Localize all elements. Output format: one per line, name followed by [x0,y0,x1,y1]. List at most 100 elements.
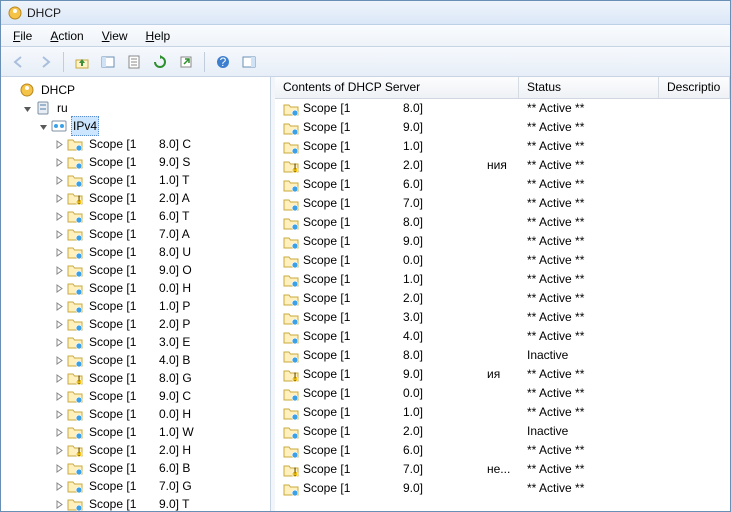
list-scope-suffix: 6.0] [395,175,479,194]
tree-scope-node[interactable]: Scope [19.0] C [5,387,270,405]
tree-scope-node[interactable]: Scope [17.0] G [5,477,270,495]
expander-icon[interactable] [53,408,65,420]
list-scope-suffix: 2.0] [395,422,479,441]
list-body[interactable]: Scope [18.0]** Active **Scope [19.0]** A… [275,99,730,511]
tree-pane[interactable]: DHCPruIPv4Scope [18.0] CScope [19.0] SSc… [1,77,271,511]
expander-icon[interactable] [53,246,65,258]
nav-back-button[interactable] [7,50,31,74]
list-row[interactable]: !Scope [19.0]ия** Active ** [275,365,730,384]
list-row[interactable]: Scope [11.0]** Active ** [275,403,730,422]
tree-scope-node[interactable]: Scope [16.0] T [5,207,270,225]
tree-scope-node[interactable]: Scope [18.0] U [5,243,270,261]
menu-action[interactable]: Action [42,27,91,45]
scope-suffix: 8.0] U [157,243,193,261]
list-row[interactable]: Scope [11.0]** Active ** [275,137,730,156]
menu-file[interactable]: File [5,27,40,45]
expander-icon[interactable] [53,300,65,312]
tree-ipv4-node[interactable]: IPv4 [5,117,270,135]
expander-icon[interactable] [53,228,65,240]
list-row[interactable]: !Scope [12.0]ния** Active ** [275,156,730,175]
list-row[interactable]: Scope [19.0]** Active ** [275,232,730,251]
column-header-description[interactable]: Descriptio [659,77,730,98]
tree-root-dhcp[interactable]: DHCP [5,81,270,99]
expander-icon[interactable] [53,282,65,294]
refresh-button[interactable] [148,50,172,74]
help-button[interactable]: ? [211,50,235,74]
list-row[interactable]: Scope [10.0]** Active ** [275,251,730,270]
folder-scope-icon [67,316,83,332]
list-row[interactable]: Scope [10.0]** Active ** [275,384,730,403]
list-scope-status: ** Active ** [519,156,664,175]
list-scope-name: Scope [1 [303,213,350,232]
tree-scope-node[interactable]: Scope [18.0] C [5,135,270,153]
expander-icon[interactable] [53,156,65,168]
list-row[interactable]: Scope [18.0]** Active ** [275,99,730,118]
folder-scope-icon [67,280,83,296]
list-row[interactable]: Scope [12.0]** Active ** [275,289,730,308]
expander-icon[interactable] [53,444,65,456]
expander-icon[interactable] [53,192,65,204]
column-header-status[interactable]: Status [519,77,659,98]
expander-icon[interactable] [53,372,65,384]
list-row[interactable]: Scope [16.0]** Active ** [275,441,730,460]
tree-scope-node[interactable]: Scope [11.0] W [5,423,270,441]
tree-scope-node[interactable]: Scope [19.0] T [5,495,270,511]
tree-server-node[interactable]: ru [5,99,270,117]
column-header-contents[interactable]: Contents of DHCP Server [275,77,519,98]
expander-icon[interactable] [21,102,33,114]
list-row[interactable]: Scope [19.0]** Active ** [275,118,730,137]
tree-scope-node[interactable]: Scope [13.0] E [5,333,270,351]
scope-suffix: 8.0] G [157,369,194,387]
expander-icon[interactable] [53,390,65,402]
expander-icon[interactable] [53,210,65,222]
tree-scope-node[interactable]: !Scope [12.0] A [5,189,270,207]
list-row[interactable]: Scope [18.0]** Active ** [275,213,730,232]
scope-suffix: 9.0] C [157,387,193,405]
tree-scope-node[interactable]: !Scope [12.0] H [5,441,270,459]
tree-scope-node[interactable]: Scope [11.0] P [5,297,270,315]
nav-forward-button[interactable] [33,50,57,74]
tree-scope-node[interactable]: Scope [14.0] B [5,351,270,369]
action-pane-button[interactable] [237,50,261,74]
expander-icon[interactable] [53,264,65,276]
expander-icon[interactable] [5,84,17,96]
list-scope-name: Scope [1 [303,289,350,308]
list-row[interactable]: Scope [16.0]** Active ** [275,175,730,194]
scope-suffix: 9.0] T [157,495,191,511]
tree-scope-node[interactable]: Scope [10.0] H [5,279,270,297]
tree-scope-node[interactable]: Scope [19.0] S [5,153,270,171]
tree-scope-node[interactable]: Scope [11.0] T [5,171,270,189]
menu-help[interactable]: Help [138,27,179,45]
expander-icon[interactable] [53,174,65,186]
menu-view[interactable]: View [94,27,136,45]
expander-icon[interactable] [53,480,65,492]
expander-icon[interactable] [53,498,65,510]
tree-scope-node[interactable]: Scope [17.0] A [5,225,270,243]
export-list-button[interactable] [174,50,198,74]
expander-icon[interactable] [53,336,65,348]
list-row[interactable]: Scope [11.0]** Active ** [275,270,730,289]
list-row[interactable]: Scope [19.0]** Active ** [275,479,730,498]
tree-scope-node[interactable]: Scope [12.0] P [5,315,270,333]
properties-button[interactable] [122,50,146,74]
expander-icon[interactable] [53,318,65,330]
list-row[interactable]: Scope [14.0]** Active ** [275,327,730,346]
expander-icon[interactable] [53,354,65,366]
list-scope-extra: ния [479,156,519,175]
list-scope-suffix: 0.0] [395,251,479,270]
list-row[interactable]: Scope [13.0]** Active ** [275,308,730,327]
tree-scope-node[interactable]: !Scope [18.0] G [5,369,270,387]
expander-icon[interactable] [53,426,65,438]
list-row[interactable]: Scope [18.0]Inactive [275,346,730,365]
expander-icon[interactable] [37,120,49,132]
up-level-button[interactable] [70,50,94,74]
expander-icon[interactable] [53,462,65,474]
tree-scope-node[interactable]: Scope [16.0] B [5,459,270,477]
list-row[interactable]: Scope [12.0]Inactive [275,422,730,441]
list-row[interactable]: !Scope [17.0]не...** Active ** [275,460,730,479]
show-hide-tree-button[interactable] [96,50,120,74]
tree-scope-node[interactable]: Scope [10.0] H [5,405,270,423]
tree-scope-node[interactable]: Scope [19.0] O [5,261,270,279]
expander-icon[interactable] [53,138,65,150]
list-row[interactable]: Scope [17.0]** Active ** [275,194,730,213]
